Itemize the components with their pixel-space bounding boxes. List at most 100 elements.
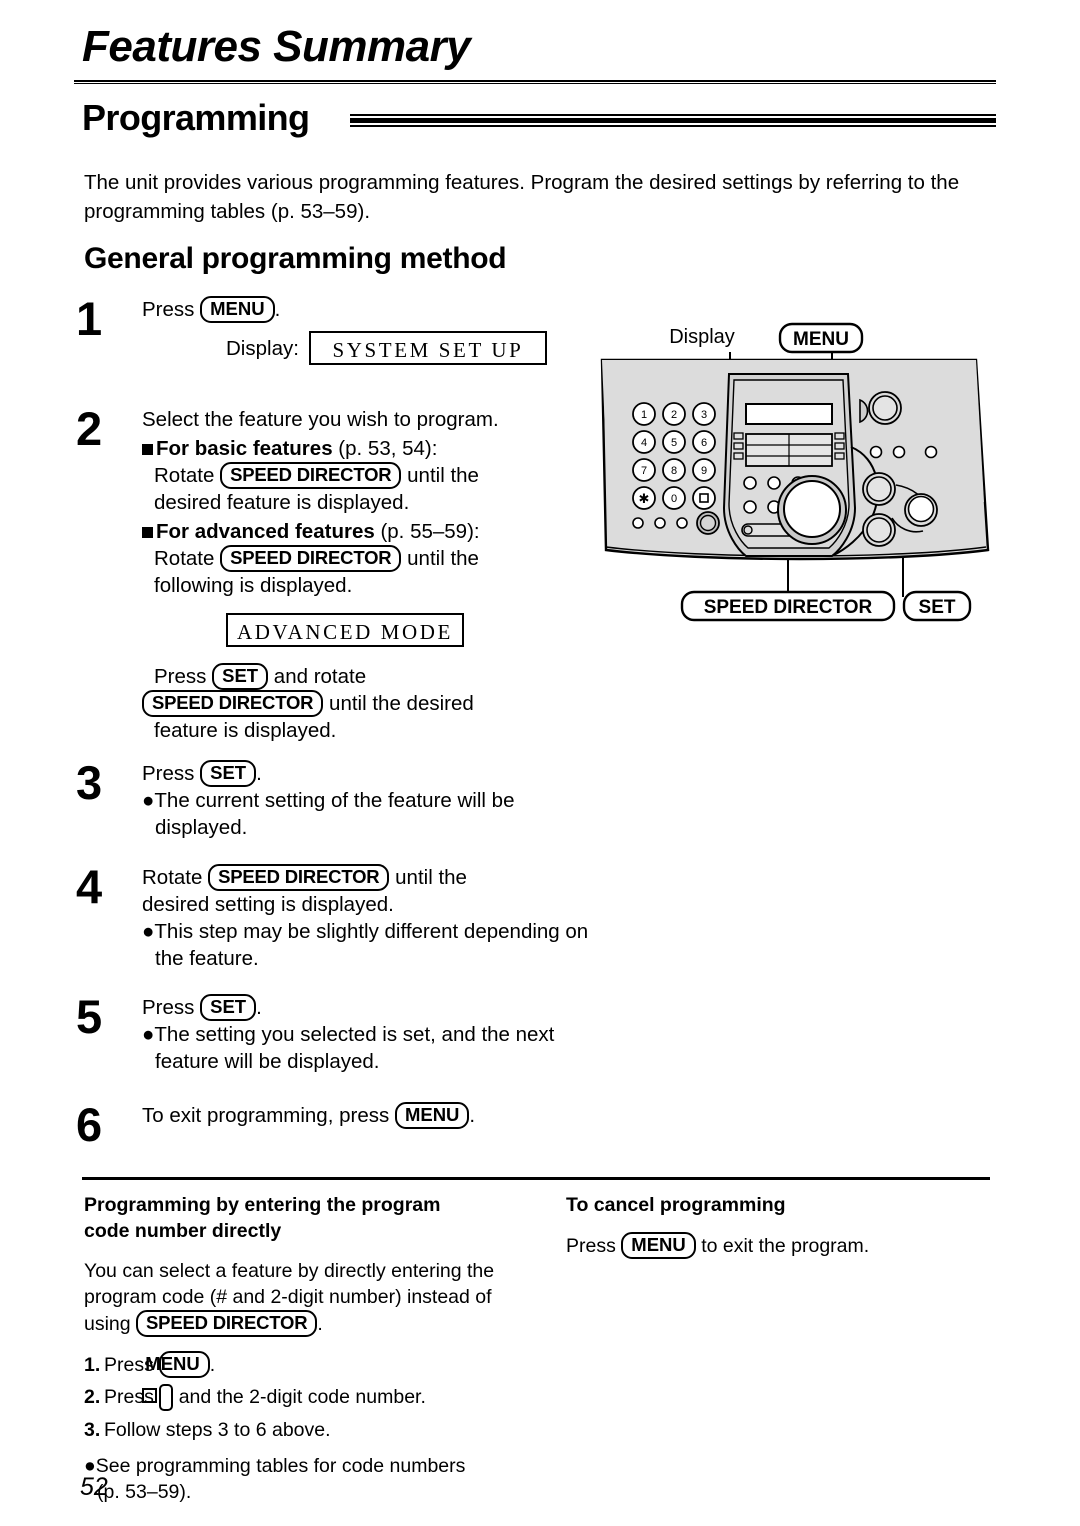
rotate-label: Rotate [142, 866, 203, 889]
list-item: 1. Press MENU. [84, 1351, 504, 1378]
step-1-press-label: Press [142, 298, 195, 321]
callout-menu: MENU [778, 322, 864, 354]
speed-director-key[interactable]: SPEED DIRECTOR [208, 864, 390, 891]
press-label: Press [154, 665, 207, 688]
step-number: 1 [76, 292, 103, 345]
step-3-bullet: ●The current setting of the feature will… [142, 789, 515, 839]
step-3-bullet-text: The current setting of the feature will … [154, 789, 515, 839]
section-rule [350, 114, 996, 128]
set-key[interactable]: SET [212, 663, 269, 690]
svg-text:9: 9 [701, 465, 707, 477]
hash-key[interactable] [142, 1384, 174, 1411]
callout-speed-director: SPEED DIRECTOR [680, 590, 896, 622]
menu-key[interactable]: MENU [394, 1102, 470, 1129]
basic-features-label: For basic features [156, 437, 333, 460]
step-1-period: . [274, 298, 281, 321]
display-label: Display: [226, 336, 299, 360]
chapter-rule [74, 80, 996, 84]
list-item-number: 2. [84, 1386, 101, 1408]
bottom-left-note: ●See programming tables for code numbers [84, 1455, 466, 1477]
step-3-period: . [256, 762, 262, 785]
svg-text:1: 1 [641, 409, 647, 421]
step-5-bullet-text: The setting you selected is set, and the… [154, 1023, 555, 1073]
press-label: Press [142, 762, 195, 785]
svg-text:3: 3 [701, 409, 707, 421]
step-5-line: Press SET. [142, 994, 596, 1021]
step-2-adv-head-line: For advanced features (p. 55–59): [142, 518, 596, 545]
bottom-left-note-line2: (p. 53–59). [97, 1481, 192, 1503]
manual-page: Features Summary Programming The unit pr… [0, 0, 1080, 1526]
step-5-period: . [256, 996, 262, 1019]
callout-sd-label: SPEED DIRECTOR [704, 597, 873, 618]
press-label: Press [142, 996, 195, 1019]
step-6: 6 To exit programming, press MENU. [76, 1098, 596, 1162]
section-title: Programming [82, 97, 310, 138]
step-4-line: Rotate SPEED DIRECTOR until the [142, 864, 596, 891]
bottom-right-column: To cancel programming Press MENU to exit… [566, 1192, 986, 1259]
step-2-press-set-cont: feature is displayed. [154, 719, 337, 742]
square-bullet-icon [142, 444, 153, 455]
callout-display: Display [669, 326, 735, 348]
step-2-basic-head-line: For basic features (p. 53, 54): [142, 435, 596, 462]
step-6-line: To exit programming, press MENU. [142, 1102, 596, 1129]
svg-text:0: 0 [671, 493, 677, 505]
rotate-label: Rotate [154, 464, 215, 487]
lcd-screen [745, 403, 833, 425]
device-illustration: 123 456 789 ✱ 0 Display MENU SPEED DIREC… [596, 312, 1020, 632]
step-1-display-row: Display: SYSTEM SET UP [142, 331, 596, 365]
step-number: 6 [76, 1098, 103, 1151]
until-label: until the [407, 547, 479, 570]
callout-menu-label: MENU [793, 329, 849, 350]
step-2-press-set-line2: SPEED DIRECTOR until the desired [142, 690, 596, 717]
step-5: 5 Press SET. ●The setting you selected i… [76, 990, 596, 1080]
bottom-divider [82, 1177, 990, 1180]
step-3: 3 Press SET. ●The current setting of the… [76, 759, 596, 846]
step-1-line: Press MENU. [142, 296, 596, 323]
lcd-system-set-up: SYSTEM SET UP [308, 331, 547, 365]
set-key[interactable]: SET [200, 994, 257, 1021]
svg-text:2: 2 [671, 409, 677, 421]
step-2-intro: Select the feature you wish to program. [142, 408, 499, 431]
step-4-line2: desired setting is displayed. [142, 893, 394, 916]
menu-key[interactable]: MENU [200, 296, 275, 323]
speed-director-key[interactable]: SPEED DIRECTOR [220, 545, 402, 572]
basic-features-ref: (p. 53, 54): [338, 437, 438, 460]
callout-set-label: SET [919, 597, 956, 618]
subsection-title: General programming method [84, 242, 507, 275]
bottom-left-paragraph-period: . [317, 1313, 323, 1335]
speed-director-key[interactable]: SPEED DIRECTOR [136, 1310, 318, 1337]
set-button [907, 495, 935, 523]
menu-key[interactable]: MENU [145, 1351, 210, 1378]
step-3-line: Press SET. [142, 760, 596, 787]
until-label: until the [395, 866, 467, 889]
list-item: 2. Press and the 2-digit code number. [84, 1384, 504, 1411]
speed-director-key[interactable]: SPEED DIRECTOR [220, 462, 402, 489]
svg-text:✱: ✱ [639, 491, 650, 506]
list-item-text: Follow steps 3 to 6 above. [104, 1419, 331, 1441]
lcd-advanced-mode: ADVANCED MODE [226, 613, 464, 647]
speed-director-key[interactable]: SPEED DIRECTOR [142, 690, 324, 717]
step-2: 2 Select the feature you wish to program… [76, 402, 596, 744]
svg-text:7: 7 [641, 465, 647, 477]
bottom-left-heading-line2: code number directly [84, 1220, 282, 1242]
set-key[interactable]: SET [200, 760, 257, 787]
step-2-display-row: ADVANCED MODE [142, 613, 596, 647]
svg-text:4: 4 [641, 437, 647, 449]
step-2-basic-cont: desired feature is displayed. [154, 491, 410, 514]
step-6-period: . [469, 1104, 476, 1127]
menu-key[interactable]: MENU [621, 1232, 696, 1259]
svg-text:5: 5 [671, 437, 677, 449]
step-2-adv-cont: following is displayed. [154, 574, 353, 597]
until-label: until the [407, 464, 479, 487]
bottom-left-steps: 1. Press MENU. 2. Press and the 2-digit co… [84, 1351, 504, 1443]
step-number: 5 [76, 990, 103, 1043]
callout-display-label: Display [669, 326, 735, 348]
step-number: 2 [76, 402, 103, 455]
hash-key-icon [142, 1388, 158, 1403]
list-item-tail: and the 2-digit code number. [178, 1386, 426, 1408]
rotate-label: Rotate [154, 547, 215, 570]
and-rotate-label: and rotate [273, 665, 367, 688]
bottom-left-column: Programming by entering the program code… [84, 1192, 504, 1505]
bottom-left-note-text: See programming tables for code numbers [95, 1455, 466, 1477]
intro-paragraph: The unit provides various programming fe… [84, 171, 960, 223]
